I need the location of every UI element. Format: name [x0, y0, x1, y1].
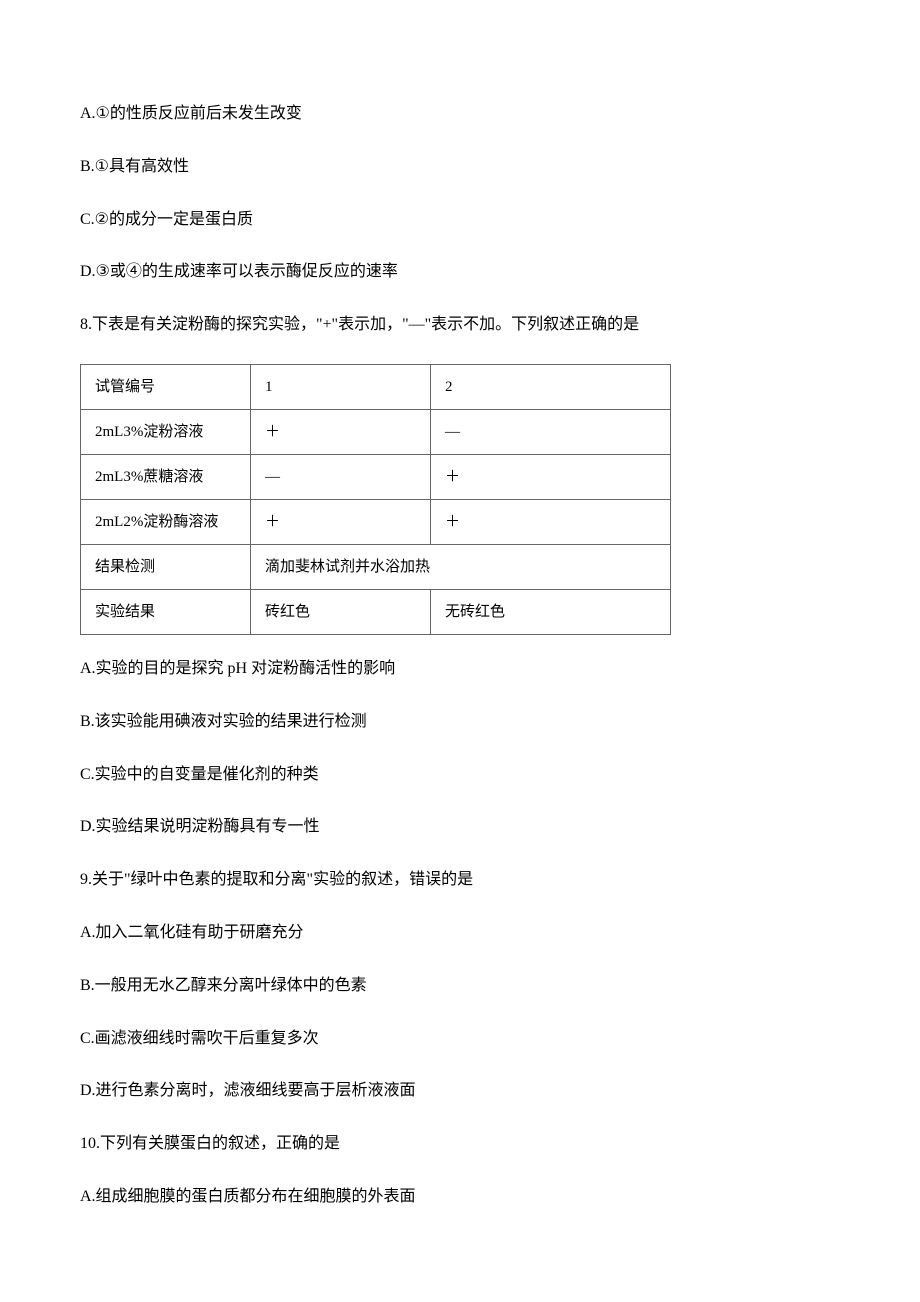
table-cell: ＋: [431, 499, 671, 544]
q8-option-b: B.该实验能用碘液对实验的结果进行检测: [80, 708, 840, 737]
q7-option-b: B.①具有高效性: [80, 153, 840, 182]
table-cell: 无砖红色: [431, 589, 671, 634]
q9-stem: 9.关于"绿叶中色素的提取和分离"实验的叙述，错误的是: [80, 866, 840, 895]
q9-option-b: B.一般用无水乙醇来分离叶绿体中的色素: [80, 972, 840, 1001]
q8-table: 试管编号 1 2 2mL3%淀粉溶液 ＋ — 2mL3%蔗糖溶液 — ＋ 2mL…: [80, 364, 671, 635]
table-cell: ＋: [431, 454, 671, 499]
table-cell: ＋: [251, 499, 431, 544]
q10-stem: 10.下列有关膜蛋白的叙述，正确的是: [80, 1130, 840, 1159]
table-cell: —: [431, 409, 671, 454]
q8-option-d: D.实验结果说明淀粉酶具有专一性: [80, 813, 840, 842]
table-cell: 砖红色: [251, 589, 431, 634]
table-cell: 1: [251, 364, 431, 409]
table-cell: —: [251, 454, 431, 499]
table-cell: ＋: [251, 409, 431, 454]
table-row: 试管编号 1 2: [81, 364, 671, 409]
q9-option-a: A.加入二氧化硅有助于研磨充分: [80, 919, 840, 948]
q8-option-c: C.实验中的自变量是催化剂的种类: [80, 761, 840, 790]
table-cell: 试管编号: [81, 364, 251, 409]
q7-option-d: D.③或④的生成速率可以表示酶促反应的速率: [80, 258, 840, 287]
table-cell: 2mL3%蔗糖溶液: [81, 454, 251, 499]
q9-option-d: D.进行色素分离时，滤液细线要高于层析液液面: [80, 1077, 840, 1106]
table-row: 2mL3%淀粉溶液 ＋ —: [81, 409, 671, 454]
q8-stem: 8.下表是有关淀粉酶的探究实验，"+"表示加，"—"表示不加。下列叙述正确的是: [80, 311, 840, 340]
table-cell: 实验结果: [81, 589, 251, 634]
q9-option-c: C.画滤液细线时需吹干后重复多次: [80, 1025, 840, 1054]
table-cell: 结果检测: [81, 544, 251, 589]
table-cell: 2mL2%淀粉酶溶液: [81, 499, 251, 544]
table-row: 结果检测 滴加斐林试剂并水浴加热: [81, 544, 671, 589]
q7-option-c: C.②的成分一定是蛋白质: [80, 206, 840, 235]
table-row: 2mL2%淀粉酶溶液 ＋ ＋: [81, 499, 671, 544]
table-row: 2mL3%蔗糖溶液 — ＋: [81, 454, 671, 499]
table-cell: 2mL3%淀粉溶液: [81, 409, 251, 454]
table-row: 实验结果 砖红色 无砖红色: [81, 589, 671, 634]
q8-option-a: A.实验的目的是探究 pH 对淀粉酶活性的影响: [80, 655, 840, 684]
table-cell: 滴加斐林试剂并水浴加热: [251, 544, 671, 589]
table-cell: 2: [431, 364, 671, 409]
q7-option-a: A.①的性质反应前后未发生改变: [80, 100, 840, 129]
q10-option-a: A.组成细胞膜的蛋白质都分布在细胞膜的外表面: [80, 1183, 840, 1212]
